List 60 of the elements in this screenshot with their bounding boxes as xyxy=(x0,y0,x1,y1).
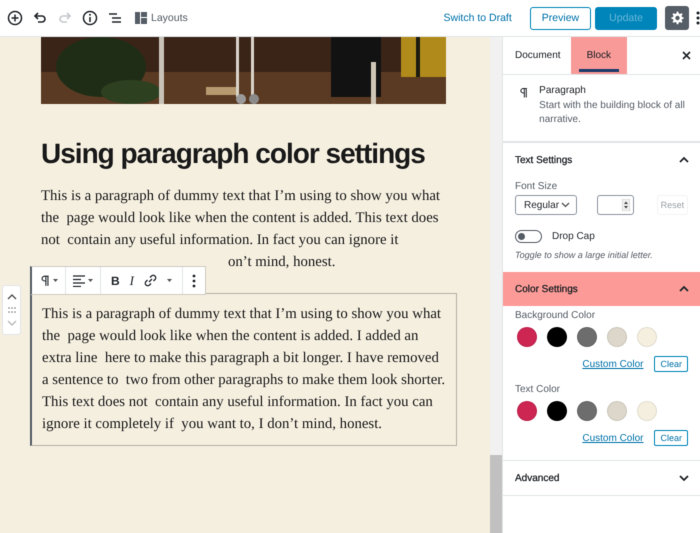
field-label: Font Size xyxy=(515,181,558,192)
color-swatch[interactable] xyxy=(607,401,627,421)
clear-button[interactable]: Clear xyxy=(654,356,688,372)
caret-icon[interactable] xyxy=(53,278,58,282)
custom-color-link[interactable]: Custom Color xyxy=(582,432,644,444)
more-options-icon[interactable] xyxy=(696,11,700,25)
color-swatch[interactable] xyxy=(547,327,567,347)
preview-button[interactable]: Preview xyxy=(530,6,592,30)
color-swatch[interactable] xyxy=(637,401,657,421)
drag-handle-icon[interactable] xyxy=(8,306,16,313)
block-description: Start with the building block of all narrative. xyxy=(539,99,686,127)
switch-to-draft-link[interactable]: Switch to Draft xyxy=(444,12,512,24)
settings-icon[interactable] xyxy=(669,10,685,26)
color-swatch[interactable] xyxy=(517,401,537,421)
chevron-down-icon[interactable] xyxy=(560,202,570,208)
bold-button[interactable]: B xyxy=(111,274,120,288)
layouts-button[interactable]: Layouts xyxy=(135,12,188,24)
caret-icon[interactable] xyxy=(167,278,172,282)
spinner-icon[interactable] xyxy=(622,199,630,211)
color-swatch[interactable] xyxy=(577,327,597,347)
toggle-label: Drop Cap xyxy=(552,231,595,242)
field-label: Text Color xyxy=(515,384,562,395)
color-swatch[interactable] xyxy=(577,401,597,421)
panel-header[interactable]: Text Settings xyxy=(503,142,700,177)
close-icon[interactable] xyxy=(682,51,691,60)
field-label: Background Color xyxy=(515,310,596,321)
sidebar-tab[interactable]: Block xyxy=(570,37,628,74)
custom-color-link[interactable]: Custom Color xyxy=(582,358,644,370)
align-button[interactable] xyxy=(73,274,93,286)
paragraph-type-button[interactable] xyxy=(39,272,58,288)
help-text: Toggle to show a large initial letter. xyxy=(515,250,654,260)
undo-icon[interactable] xyxy=(32,10,48,26)
paragraph-block[interactable] xyxy=(30,293,457,446)
more-options-icon[interactable] xyxy=(192,274,196,288)
caret-icon[interactable] xyxy=(88,278,93,282)
sidebar-tab[interactable]: Document xyxy=(508,37,568,74)
font-size-select[interactable]: Regular xyxy=(515,195,577,215)
align-left-icon[interactable] xyxy=(73,274,85,286)
italic-button[interactable]: I xyxy=(130,272,134,288)
block-title: Paragraph xyxy=(539,85,587,96)
link-button[interactable] xyxy=(144,274,158,287)
paragraph-text: on’t mind, honest. xyxy=(228,254,336,270)
paragraph-text: This is a paragraph of dummy text that I’m using to show you what the page would look like when the content is added. I added an extra line here to make this paragraph a bit longer. I have removed a sentence to two from other paragraphs to make them look shorter. This text does not contain any useful information. In fact you can ignore it completely if you want to, I don’t mind, honest. xyxy=(42,305,446,434)
font-size-input[interactable] xyxy=(596,195,634,215)
color-swatch[interactable] xyxy=(607,327,627,347)
panel-header[interactable]: Color Settings xyxy=(503,272,700,306)
color-swatch[interactable] xyxy=(517,327,537,347)
scrollbar[interactable] xyxy=(490,37,502,533)
info-icon[interactable] xyxy=(82,10,98,26)
move-up-icon[interactable] xyxy=(6,292,16,300)
add-block-icon[interactable] xyxy=(7,10,23,26)
panel-header[interactable]: Advanced xyxy=(503,460,700,496)
drop-cap-toggle[interactable] xyxy=(515,230,542,243)
post-heading: Using paragraph color settings xyxy=(41,138,426,170)
color-swatch[interactable] xyxy=(547,401,567,421)
clear-button[interactable]: Clear xyxy=(654,430,688,446)
layout-grid-icon xyxy=(135,12,147,24)
paragraph-icon[interactable] xyxy=(39,272,50,288)
color-swatch[interactable] xyxy=(637,327,657,347)
settings-button[interactable] xyxy=(665,6,689,30)
